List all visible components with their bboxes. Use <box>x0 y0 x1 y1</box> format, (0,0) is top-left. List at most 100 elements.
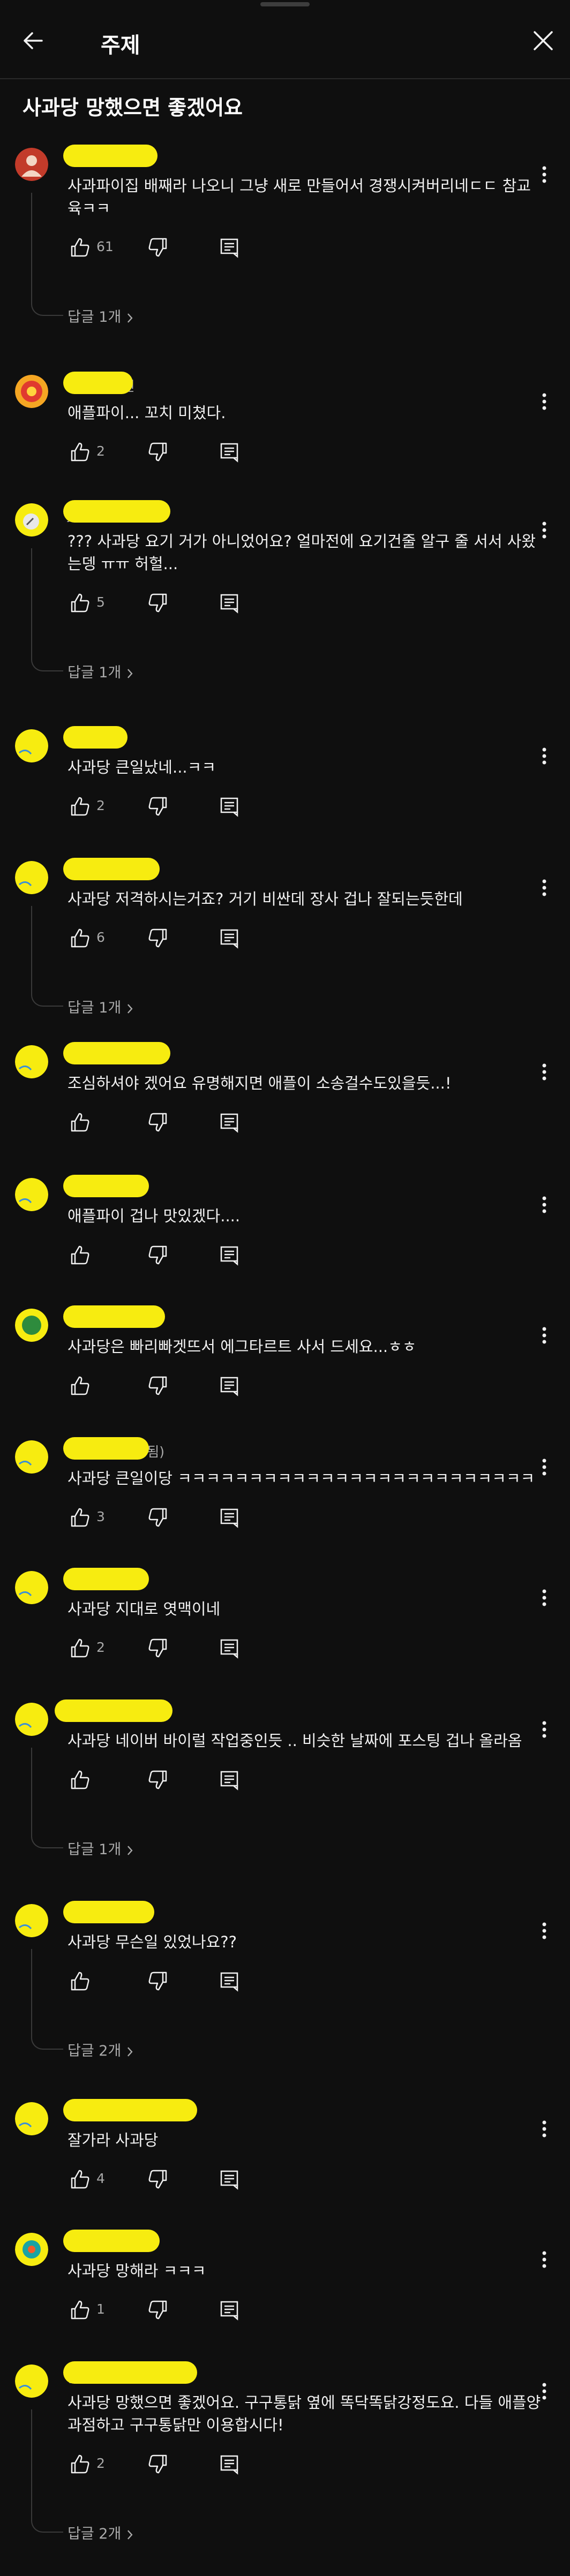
thumb-up-icon[interactable] <box>68 2298 91 2322</box>
thumb-down-icon[interactable] <box>147 1969 170 1993</box>
reply-icon[interactable] <box>218 1969 241 1993</box>
view-replies-link[interactable]: 답글 1개 <box>68 305 134 326</box>
thumb-up-icon[interactable] <box>68 1243 91 1267</box>
view-replies-link[interactable]: 답글 1개 <box>68 1838 134 1859</box>
avatar[interactable] <box>15 1045 48 1078</box>
avatar[interactable] <box>15 148 48 181</box>
avatar[interactable] <box>15 1703 48 1736</box>
more-vertical-icon[interactable] <box>540 1061 549 1083</box>
thumb-down-icon[interactable] <box>147 236 170 259</box>
thumb-up-icon[interactable] <box>68 1768 91 1792</box>
thumb-down-icon[interactable] <box>147 795 170 818</box>
reply-icon[interactable] <box>218 795 241 818</box>
reply-icon[interactable] <box>218 1506 241 1529</box>
reply-icon[interactable] <box>218 2167 241 2191</box>
arrow-left-icon[interactable] <box>20 28 46 54</box>
reply-icon[interactable] <box>218 440 241 464</box>
reply-icon[interactable] <box>218 1768 241 1792</box>
thumb-down-icon[interactable] <box>147 1506 170 1529</box>
comment-text: 사과당 네이버 바이럴 작업중인듯 .. 비슷한 날짜에 포스팅 겁나 올라옴 <box>68 1732 522 1750</box>
thumb-up-icon[interactable] <box>68 1969 91 1993</box>
close-icon[interactable] <box>530 28 556 54</box>
avatar[interactable] <box>15 1178 48 1211</box>
thumb-up-icon[interactable] <box>68 591 91 615</box>
thumb-up-icon[interactable] <box>68 440 91 464</box>
view-replies-link[interactable]: 답글 2개 <box>68 2522 134 2543</box>
reply-icon[interactable] <box>218 2298 241 2322</box>
avatar[interactable] <box>15 1440 48 1474</box>
avatar[interactable] <box>15 2233 48 2266</box>
more-vertical-icon[interactable] <box>540 391 549 412</box>
view-replies-link[interactable]: 답글 1개 <box>68 661 134 682</box>
more-vertical-icon[interactable] <box>540 1920 549 1942</box>
reply-icon[interactable] <box>218 1111 241 1134</box>
more-vertical-icon[interactable] <box>540 2249 549 2270</box>
more-vertical-icon[interactable] <box>540 2381 549 2402</box>
thumb-down-icon[interactable] <box>147 2452 170 2476</box>
reply-icon[interactable] <box>218 2452 241 2476</box>
thumb-up-icon[interactable] <box>68 2452 91 2476</box>
more-vertical-icon[interactable] <box>540 1456 549 1478</box>
thumb-down-icon[interactable] <box>147 1111 170 1134</box>
replies-count: 답글 1개 <box>68 1000 122 1016</box>
thumb-down-icon[interactable] <box>147 591 170 615</box>
more-vertical-icon[interactable] <box>540 1325 549 1346</box>
more-vertical-icon[interactable] <box>540 877 549 898</box>
comment-text: 사과당 큰일났네...ㅋㅋ <box>68 758 216 776</box>
reply-icon[interactable] <box>218 591 241 615</box>
reply-icon[interactable] <box>218 1243 241 1267</box>
thumb-up-icon[interactable] <box>68 795 91 818</box>
avatar[interactable] <box>15 1309 48 1342</box>
thumb-up-icon[interactable] <box>68 2167 91 2191</box>
more-vertical-icon[interactable] <box>540 2118 549 2140</box>
thumb-up-icon[interactable] <box>68 926 91 950</box>
thumb-down-icon[interactable] <box>147 2298 170 2322</box>
replies-count: 답글 1개 <box>68 664 122 681</box>
thumb-down-icon[interactable] <box>147 1374 170 1397</box>
thumb-up-icon[interactable] <box>68 1506 91 1529</box>
more-vertical-icon[interactable] <box>540 519 549 541</box>
thumb-down-icon[interactable] <box>147 1768 170 1792</box>
avatar[interactable] <box>15 503 48 537</box>
thumb-down-icon[interactable] <box>147 1636 170 1660</box>
avatar[interactable] <box>15 2365 48 2398</box>
thumb-up-icon[interactable] <box>68 236 91 259</box>
reply-icon[interactable] <box>218 926 241 950</box>
redaction-mark <box>63 1568 149 1590</box>
like-count: 1 <box>96 2301 105 2317</box>
view-replies-link[interactable]: 답글 2개 <box>68 2039 134 2060</box>
replies-count: 답글 1개 <box>68 309 122 326</box>
avatar[interactable] <box>15 375 48 408</box>
avatar[interactable] <box>15 729 48 762</box>
reply-icon[interactable] <box>218 1636 241 1660</box>
thumb-up-icon[interactable] <box>68 1374 91 1397</box>
comment-text: 사과당 지대로 엿맥이네 <box>68 1600 221 1618</box>
page-title: 주제 <box>101 33 140 58</box>
chevron-right-icon <box>121 1000 134 1016</box>
view-replies-link[interactable]: 답글 1개 <box>68 996 134 1017</box>
reply-icon[interactable] <box>218 236 241 259</box>
avatar[interactable] <box>15 2102 48 2135</box>
thumb-down-icon[interactable] <box>147 2167 170 2191</box>
redaction-mark <box>63 858 160 880</box>
more-vertical-icon[interactable] <box>540 1194 549 1215</box>
avatar[interactable] <box>15 1571 48 1604</box>
more-vertical-icon[interactable] <box>540 745 549 767</box>
more-vertical-icon[interactable] <box>540 164 549 185</box>
like-count: 5 <box>96 594 105 610</box>
redaction-mark <box>63 1042 170 1064</box>
like-count: 6 <box>96 930 105 945</box>
comment-text: 사과파이집 배째라 나오니 그냥 새로 만들어서 경쟁시켜버리네ㄷㄷ 참교육ㅋㅋ <box>68 177 531 217</box>
thumb-down-icon[interactable] <box>147 1243 170 1267</box>
like-count: 3 <box>96 1509 105 1524</box>
thumb-up-icon[interactable] <box>68 1111 91 1134</box>
thumb-down-icon[interactable] <box>147 926 170 950</box>
avatar[interactable] <box>15 861 48 894</box>
more-vertical-icon[interactable] <box>540 1587 549 1608</box>
thumb-down-icon[interactable] <box>147 440 170 464</box>
chevron-right-icon <box>121 664 134 681</box>
thumb-up-icon[interactable] <box>68 1636 91 1660</box>
more-vertical-icon[interactable] <box>540 1719 549 1740</box>
avatar[interactable] <box>15 1904 48 1937</box>
reply-icon[interactable] <box>218 1374 241 1397</box>
